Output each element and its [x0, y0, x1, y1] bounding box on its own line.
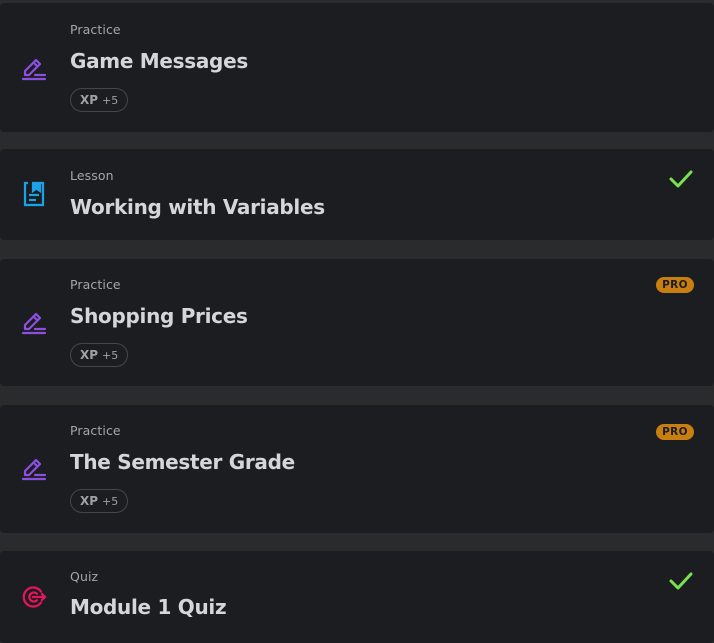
document-icon — [20, 180, 48, 208]
item-type-label: Practice — [70, 423, 121, 438]
item-type-label: Practice — [70, 277, 121, 292]
xp-badge: XP +5 — [70, 489, 129, 513]
pro-badge: PRO — [656, 424, 694, 440]
xp-value: +5 — [102, 93, 119, 107]
item-title[interactable]: Game Messages — [70, 49, 248, 73]
item-title[interactable]: The Semester Grade — [70, 450, 295, 474]
target-icon — [20, 583, 48, 611]
item-type-label: Lesson — [70, 168, 114, 183]
xp-value: +5 — [102, 348, 119, 362]
xp-label: XP — [80, 494, 99, 508]
xp-value: +5 — [102, 494, 119, 508]
item-title[interactable]: Working with Variables — [70, 195, 325, 219]
pencil-edit-icon — [20, 55, 48, 83]
list-item-the-semester-grade[interactable]: Practice The Semester Grade PRO XP +5 — [0, 405, 714, 533]
xp-label: XP — [80, 93, 99, 107]
check-icon — [668, 166, 694, 192]
xp-badge: XP +5 — [70, 88, 129, 112]
pro-badge: PRO — [656, 277, 694, 293]
list-item-shopping-prices[interactable]: Practice Shopping Prices PRO XP +5 — [0, 259, 714, 386]
lesson-list: Practice Game Messages XP +5 Lesson Work… — [0, 0, 714, 643]
list-item-module-1-quiz[interactable]: Quiz Module 1 Quiz — [0, 551, 714, 643]
item-title[interactable]: Module 1 Quiz — [70, 595, 227, 619]
check-icon — [668, 568, 694, 594]
item-title[interactable]: Shopping Prices — [70, 304, 248, 328]
pencil-edit-icon — [20, 309, 48, 337]
list-item-working-with-variables[interactable]: Lesson Working with Variables — [0, 149, 714, 240]
xp-label: XP — [80, 348, 99, 362]
item-type-label: Quiz — [70, 569, 99, 584]
pencil-edit-icon — [20, 455, 48, 483]
list-item-game-messages[interactable]: Practice Game Messages XP +5 — [0, 3, 714, 132]
xp-badge: XP +5 — [70, 343, 129, 367]
item-type-label: Practice — [70, 22, 121, 37]
